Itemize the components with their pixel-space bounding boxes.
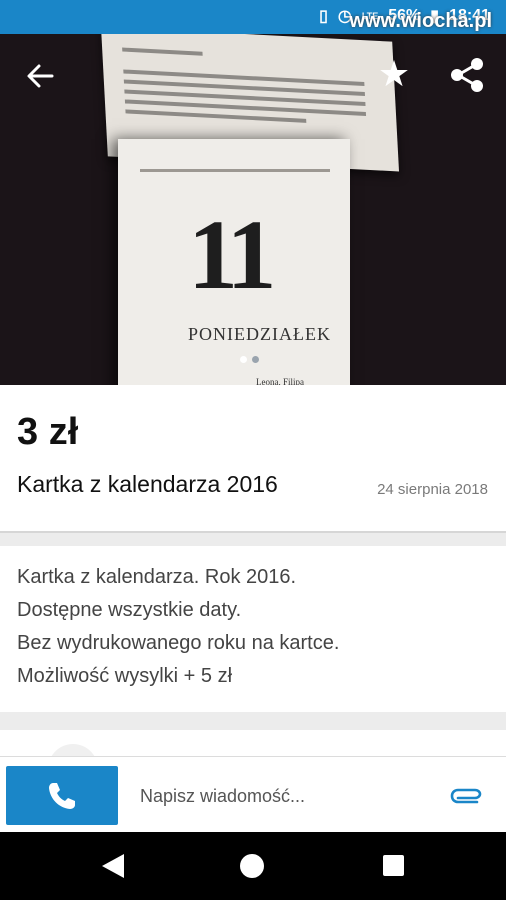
favorite-button[interactable]: ★ — [374, 54, 414, 94]
watermark: www.wiocha.pl — [349, 10, 492, 32]
listing-title: Kartka z kalendarza 2016 — [17, 471, 278, 497]
image-pager — [240, 356, 259, 363]
nav-home-icon[interactable] — [240, 854, 264, 878]
message-input[interactable] — [140, 783, 420, 809]
nav-back-icon[interactable] — [100, 852, 126, 880]
calendar-page: 11 PONIEDZIAŁEK Leona, Filipa — [118, 139, 350, 385]
pager-dot-active[interactable] — [240, 356, 247, 363]
vibrate-icon: ▯ — [319, 8, 328, 25]
pager-dot[interactable] — [252, 356, 259, 363]
description-line: Kartka z kalendarza. Rok 2016. — [17, 566, 297, 588]
status-bar: ▯ ◷ LTE 56% ▮ 18:41 www.wiocha.pl — [0, 0, 506, 34]
phone-icon — [49, 783, 75, 809]
message-bar — [0, 756, 506, 832]
description-line: Możliwość wysylki + 5 zł — [17, 665, 233, 687]
share-button[interactable] — [448, 56, 486, 94]
attach-button[interactable] — [448, 781, 486, 811]
paperclip-icon — [450, 788, 482, 804]
system-nav-bar — [0, 832, 506, 900]
nav-recents-icon[interactable] — [383, 855, 404, 876]
description-line: Dostępne wszystkie daty. — [17, 599, 242, 621]
listing-date: 24 sierpnia 2018 — [377, 481, 488, 498]
star-icon: ★ — [377, 53, 411, 94]
day-name: PONIEDZIAŁEK — [188, 324, 331, 344]
arrow-left-icon — [27, 64, 54, 88]
description-line: Bez wydrukowanego roku na kartce. — [17, 632, 340, 654]
description: Kartka z kalendarza. Rok 2016. Dostępne … — [0, 546, 506, 712]
day-number: 11 — [188, 199, 277, 310]
call-button[interactable] — [6, 766, 118, 825]
saint-name: Leona, Filipa — [256, 377, 304, 385]
listing-info: 3 zł Kartka z kalendarza 2016 24 sierpni… — [0, 385, 506, 533]
listing-photo[interactable]: 11 PONIEDZIAŁEK Leona, Filipa — [0, 34, 506, 385]
back-button[interactable] — [22, 58, 58, 94]
screen: ▯ ◷ LTE 56% ▮ 18:41 www.wiocha.pl 11 PON… — [0, 0, 506, 900]
price: 3 zł — [17, 411, 79, 453]
share-icon — [451, 58, 483, 92]
